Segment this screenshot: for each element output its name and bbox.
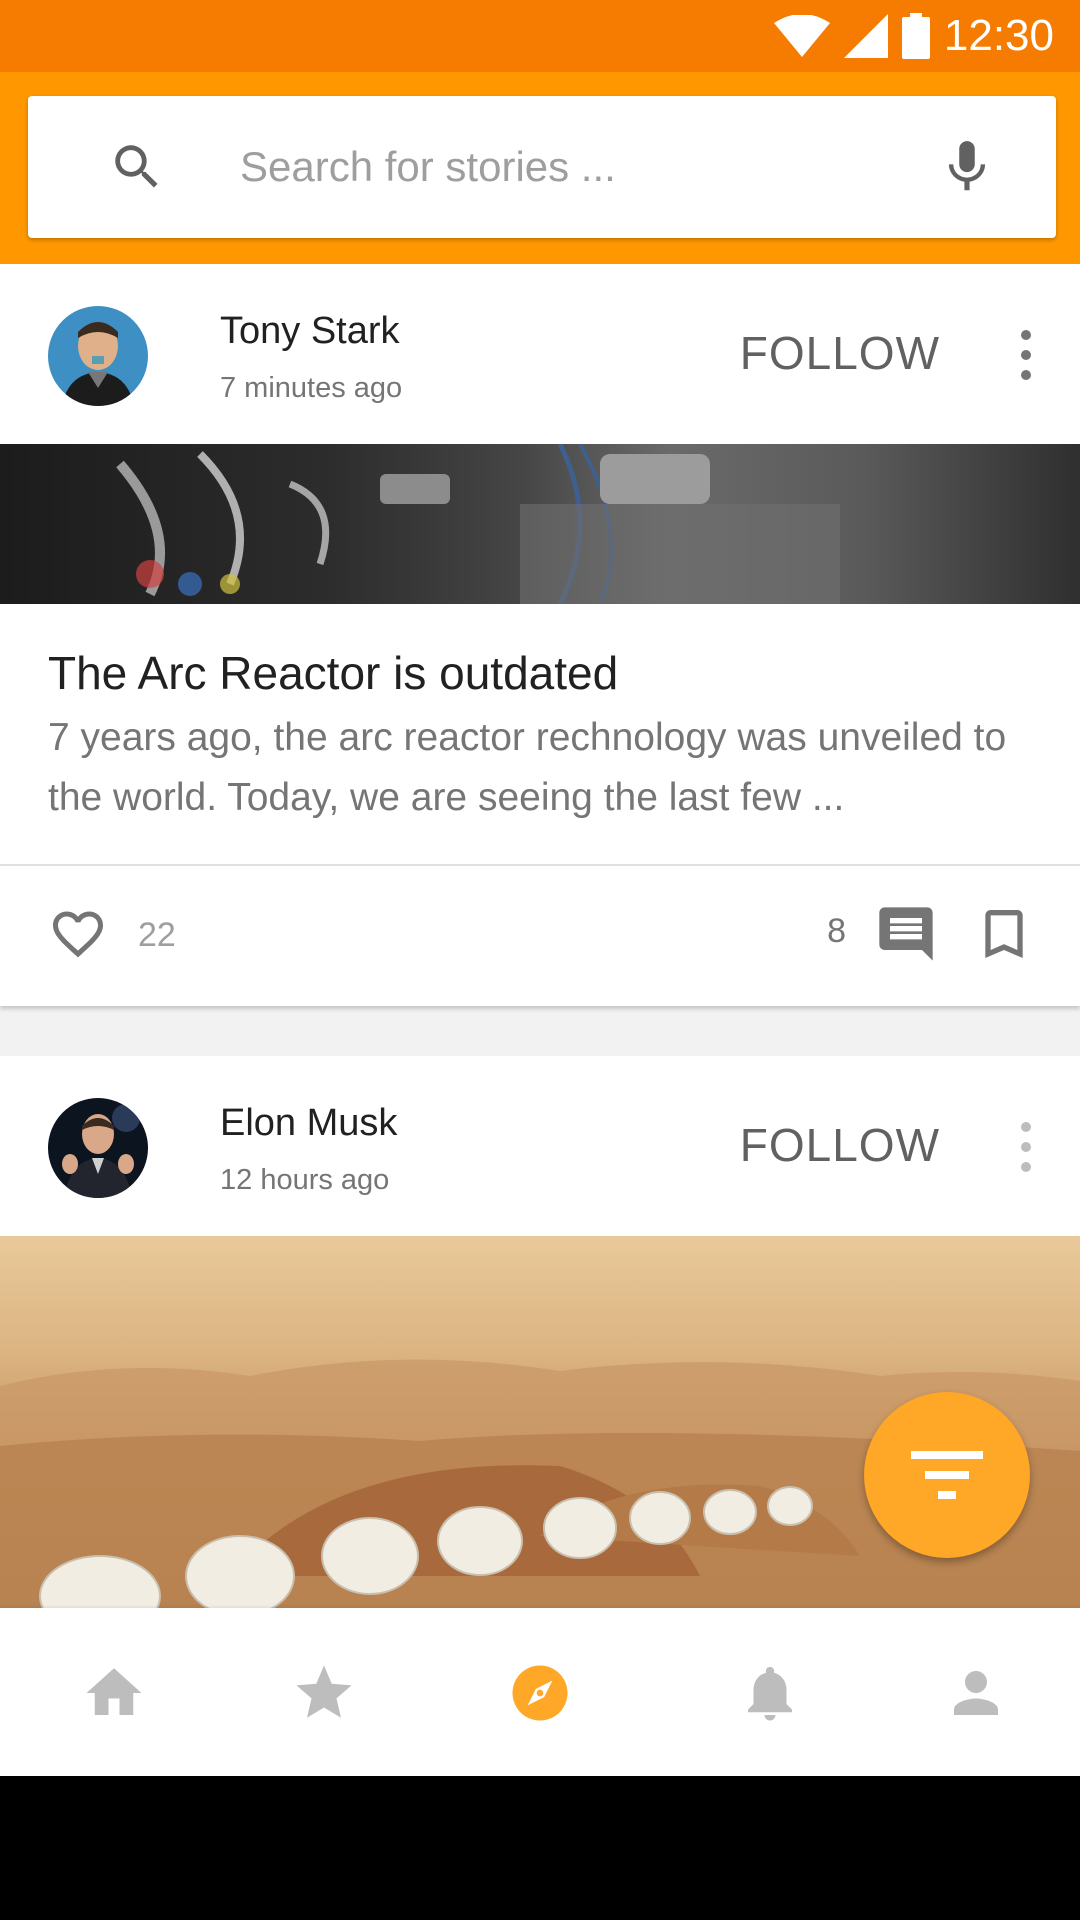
author-name[interactable]: Elon Musk: [220, 1102, 397, 1145]
comment-count: 8: [827, 912, 846, 950]
nav-notifications[interactable]: [730, 1658, 810, 1728]
card-header: Elon Musk 12 hours ago FOLLOW: [0, 1056, 1080, 1236]
comment-icon[interactable]: [874, 902, 938, 966]
cellular-signal-icon: [843, 14, 888, 58]
nav-profile[interactable]: [936, 1658, 1016, 1728]
follow-button[interactable]: FOLLOW: [740, 318, 940, 388]
status-time: 12:30: [943, 11, 1054, 60]
bell-icon: [748, 1666, 792, 1721]
home-icon: [86, 1668, 142, 1715]
story-title[interactable]: The Arc Reactor is outdated: [48, 646, 618, 700]
system-nav-area: [0, 1776, 1080, 1920]
search-bar[interactable]: [28, 96, 1056, 238]
status-icons: 12:30: [773, 10, 1054, 62]
app-bar: [0, 72, 1080, 264]
search-input[interactable]: [240, 136, 940, 198]
wifi-icon: [773, 15, 830, 57]
avatar[interactable]: [48, 1098, 148, 1198]
compass-icon: [512, 1665, 568, 1721]
nav-explore[interactable]: [500, 1658, 580, 1728]
author-name[interactable]: Tony Stark: [220, 310, 400, 353]
more-options-icon[interactable]: [1006, 1112, 1046, 1182]
card-header: Tony Stark 7 minutes ago FOLLOW: [0, 264, 1080, 444]
filter-icon: [911, 1451, 983, 1499]
status-bar: 12:30: [0, 0, 1080, 72]
person-icon: [954, 1671, 998, 1715]
story-excerpt[interactable]: 7 years ago, the arc reactor rechnology …: [48, 708, 1048, 828]
post-timestamp: 12 hours ago: [220, 1164, 390, 1196]
story-actions: 22 8: [0, 866, 1080, 1006]
search-icon[interactable]: [108, 138, 166, 196]
story-cover-image[interactable]: [0, 444, 1080, 604]
follow-button[interactable]: FOLLOW: [740, 1110, 940, 1180]
bottom-navigation: [0, 1608, 1080, 1776]
more-options-icon[interactable]: [1006, 320, 1046, 390]
nav-home[interactable]: [74, 1658, 154, 1728]
post-timestamp: 7 minutes ago: [220, 372, 403, 404]
like-count: 22: [138, 916, 176, 954]
star-icon: [296, 1665, 352, 1718]
nav-favorites[interactable]: [284, 1658, 364, 1728]
avatar[interactable]: [48, 306, 148, 406]
mic-icon[interactable]: [936, 134, 998, 200]
battery-icon: [901, 13, 930, 59]
bookmark-icon[interactable]: [972, 902, 1036, 966]
story-card[interactable]: Tony Stark 7 minutes ago FOLLOW The Arc …: [0, 264, 1080, 1006]
heart-icon[interactable]: [46, 904, 110, 964]
filter-fab[interactable]: [864, 1392, 1030, 1558]
